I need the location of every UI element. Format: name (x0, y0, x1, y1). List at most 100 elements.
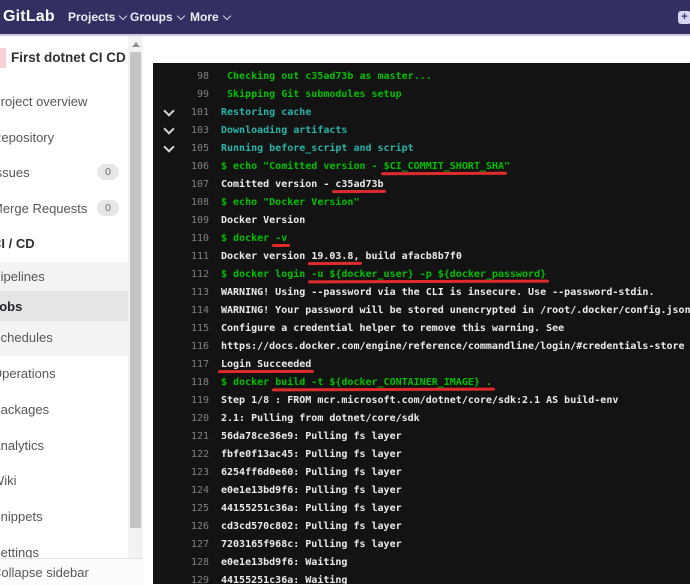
sidebar-item-operations[interactable]: Operations (0, 359, 128, 387)
log-line-number[interactable]: 105 (177, 143, 209, 154)
log-line-number[interactable]: 103 (177, 125, 209, 136)
log-line: 129 44155251c36a: Waiting (153, 571, 690, 585)
sidebar-item-analytics[interactable]: Analytics (0, 431, 128, 459)
collapse-sidebar-label: Collapse sidebar (0, 564, 89, 580)
log-line-number[interactable]: 122 (177, 449, 209, 460)
sidebar-item-jobs[interactable]: Jobs (0, 291, 128, 321)
log-line-number[interactable]: 114 (177, 305, 209, 316)
log-line-number[interactable]: 119 (177, 395, 209, 406)
log-line-number[interactable]: 99 (177, 89, 209, 100)
log-line-text: e0e1e13bd9f6: Waiting (221, 557, 347, 568)
log-text-segment: e0e1e13bd9f6: Waiting (221, 556, 348, 568)
log-line-number[interactable]: 126 (177, 521, 209, 532)
log-line-number[interactable]: 106 (177, 161, 209, 172)
section-collapse-chevron-icon[interactable] (161, 140, 177, 153)
log-line-text: 7203165f968c: Pulling fs layer (221, 539, 402, 550)
log-line-number[interactable]: 109 (177, 215, 209, 226)
log-text-segment: $ echo "Docker Version" (221, 196, 360, 208)
sidebar-item-pipelines[interactable]: Pipelines (0, 262, 128, 290)
log-line: 124 e0e1e13bd9f6: Pulling fs layer (153, 481, 690, 499)
log-line-number[interactable]: 121 (177, 431, 209, 442)
log-line: 99 Skipping Git submodules setup (153, 85, 690, 103)
chevron-down-icon (163, 140, 175, 153)
nav-menu-projects[interactable]: Projects (68, 0, 128, 34)
log-line-number[interactable]: 110 (177, 233, 209, 244)
red-annotation-underline: 19.03.8, (311, 250, 360, 262)
log-line-text: $ docker login -u ${docker_user} -p ${do… (221, 269, 546, 280)
log-line-text: 56da78ce36e9: Pulling fs layer (221, 431, 402, 442)
log-line-text: Restoring cache (221, 107, 311, 118)
chevron-down-icon (163, 104, 175, 117)
log-text-segment: cd3cd570c802: Pulling fs layer (221, 520, 402, 532)
log-line: 116 https://docs.docker.com/engine/refere… (153, 337, 690, 355)
log-text-segment: WARNING! Using --password via the CLI is… (221, 286, 655, 298)
log-line-number[interactable]: 98 (177, 71, 209, 82)
log-line: 103 Downloading artifacts (153, 121, 690, 139)
nav-menu-label: Projects (68, 10, 116, 24)
log-line-number[interactable]: 124 (177, 485, 209, 496)
log-text-segment: Step 1/8 : FROM mcr.microsoft.com/dotnet… (221, 394, 619, 406)
sidebar-item-settings[interactable]: Settings (0, 538, 128, 559)
log-line: 122 fbfe0f13ac45: Pulling fs layer (153, 445, 690, 463)
sidebar-item-wiki[interactable]: Wiki (0, 466, 128, 494)
log-text-segment: https://docs.docker.com/engine/reference… (221, 340, 685, 352)
sidebar-item-repository[interactable]: Repository (0, 123, 128, 151)
log-line-number[interactable]: 116 (177, 341, 209, 352)
log-line-number[interactable]: 128 (177, 557, 209, 568)
log-text-segment: Downloading artifacts (221, 124, 348, 136)
count-badge: 0 (97, 200, 119, 216)
gitlab-logo[interactable]: GitLab (3, 8, 55, 26)
log-line-number[interactable]: 108 (177, 197, 209, 208)
sidebar-scrollbar-thumb[interactable] (130, 52, 141, 528)
log-line-number[interactable]: 127 (177, 539, 209, 550)
project-title[interactable]: First dotnet CI CD Proj (11, 50, 128, 65)
count-badge: 0 (97, 164, 119, 180)
new-plus-button[interactable]: + (678, 11, 690, 24)
section-collapse-chevron-icon[interactable] (161, 104, 177, 117)
sidebar-item-label: Operations (0, 365, 56, 381)
log-text-segment: Checking out c35ad73b as master... (221, 70, 432, 82)
sidebar-item-project-overview[interactable]: Project overview (0, 87, 128, 115)
section-collapse-chevron-icon[interactable] (161, 122, 177, 135)
log-line-number[interactable]: 107 (177, 179, 209, 190)
sidebar-item-packages[interactable]: Packages (0, 395, 128, 423)
log-text-segment: Comitted version - (221, 178, 336, 190)
log-line-text: Comitted version - c35ad73b (221, 179, 384, 190)
sidebar-item-label: Packages (0, 401, 50, 417)
log-line: 120 2.1: Pulling from dotnet/core/sdk (153, 409, 690, 427)
sidebar-item-snippets[interactable]: Snippets (0, 502, 128, 530)
log-line-number[interactable]: 111 (177, 251, 209, 262)
sidebar-item-label: Settings (0, 544, 39, 559)
log-line-number[interactable]: 125 (177, 503, 209, 514)
nav-menu-groups[interactable]: Groups (130, 0, 185, 34)
sidebar-item-label: Schedules (0, 329, 53, 345)
log-line-text: $ echo "Comitted version - $CI_COMMIT_SH… (221, 161, 510, 172)
job-log-panel[interactable]: 98 Checking out c35ad73b as master... 99 … (153, 63, 690, 584)
sidebar-item-schedules[interactable]: Schedules (0, 323, 128, 351)
log-line-number[interactable]: 118 (177, 377, 209, 388)
log-text-segment: 56da78ce36e9: Pulling fs layer (221, 430, 402, 442)
log-line-text: fbfe0f13ac45: Pulling fs layer (221, 449, 402, 460)
collapse-sidebar-button[interactable]: Collapse sidebar (0, 558, 143, 585)
log-text-segment: Docker Version (221, 214, 306, 226)
log-line-number[interactable]: 129 (177, 575, 209, 585)
log-text-segment: 2.1: Pulling from dotnet/core/sdk (221, 412, 420, 424)
log-line-number[interactable]: 115 (177, 323, 209, 334)
log-text-segment: Running before_script and script (221, 142, 414, 154)
sidebar-item-label: Snippets (0, 508, 43, 524)
log-line-number[interactable]: 112 (177, 269, 209, 280)
log-line-number[interactable]: 123 (177, 467, 209, 478)
log-line-number[interactable]: 117 (177, 359, 209, 370)
sidebar-item-ci-cd[interactable]: CI / CD (0, 229, 128, 257)
log-line-number[interactable]: 101 (177, 107, 209, 118)
log-line: 111 Docker version 19.03.8, build afacb8b… (153, 247, 690, 265)
log-line-text: 2.1: Pulling from dotnet/core/sdk (221, 413, 420, 424)
log-line: 117 Login Succeeded (153, 355, 690, 373)
scroll-up-arrow-icon[interactable] (132, 42, 140, 47)
nav-menu-more[interactable]: More (190, 0, 231, 34)
log-line: 105 Running before_script and script (153, 139, 690, 157)
log-line-number[interactable]: 113 (177, 287, 209, 298)
sidebar-item-label: Repository (0, 129, 55, 145)
log-line-text: 44155251c36a: Pulling fs layer (221, 503, 402, 514)
log-line-number[interactable]: 120 (177, 413, 209, 424)
